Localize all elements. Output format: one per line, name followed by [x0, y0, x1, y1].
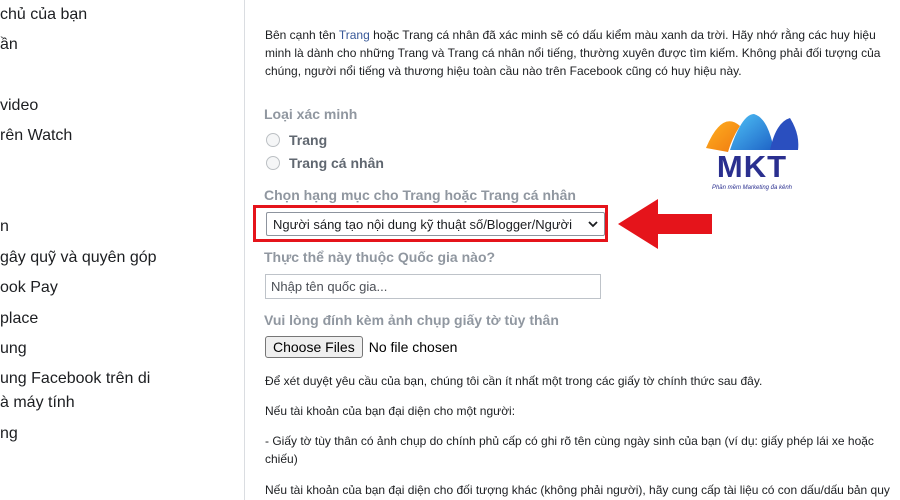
intro-paragraph: Bên cạnh tên Trang hoặc Trang cá nhân đã…	[265, 26, 900, 80]
trang-link[interactable]: Trang	[339, 28, 370, 42]
sidebar-item-marketplace[interactable]: place	[0, 310, 38, 328]
sidebar-item-account[interactable]: chủ của bạn	[0, 6, 87, 24]
sidebar-item-fundraisers[interactable]: gây quỹ và quyên góp	[0, 249, 157, 267]
sidebar-item-facebook-pay[interactable]: ook Pay	[0, 279, 58, 297]
requirements-text: Để xét duyệt yêu cầu của bạn, chúng tôi …	[265, 374, 763, 388]
id-document-text-cont: chiếu)	[265, 452, 298, 466]
sidebar-item-mobile-desktop-cont[interactable]: à máy tính	[0, 394, 75, 412]
country-label: Thực thể này thuộc Quốc gia nào?	[264, 249, 496, 265]
id-document-text: - Giấy tờ tùy thân có ảnh chụp do chính …	[265, 434, 874, 448]
arrow-left-icon	[618, 199, 712, 249]
logo-tagline: Phần mềm Marketing đa kênh	[711, 185, 793, 191]
verification-form: Bên cạnh tên Trang hoặc Trang cá nhân đã…	[244, 0, 900, 500]
country-input[interactable]	[265, 274, 601, 299]
category-select-value: Người sáng tạo nội dung kỹ thuật số/Blog…	[273, 216, 572, 232]
radio-profile[interactable]: Trang cá nhân	[266, 155, 384, 171]
choose-files-button[interactable]: Choose Files	[265, 336, 363, 358]
sidebar: chủ của bạn ần video rên Watch n gây quỹ…	[0, 0, 244, 500]
intro-text-start: Bên cạnh tên	[265, 28, 339, 42]
sidebar-item-5[interactable]: n	[0, 218, 9, 236]
category-select[interactable]: Người sáng tạo nội dung kỹ thuật số/Blog…	[266, 212, 605, 236]
radio-page-circle[interactable]	[266, 133, 280, 147]
chevron-down-icon	[588, 221, 598, 228]
sidebar-item-12[interactable]: ng	[0, 425, 18, 443]
radio-profile-circle[interactable]	[266, 156, 280, 170]
sidebar-item-mobile-desktop[interactable]: ung Facebook trên di	[0, 370, 150, 388]
intro-text-line3: chúng, người nổi tiếng và thương hiệu to…	[265, 64, 742, 78]
file-upload-row: Choose Files No file chosen	[265, 336, 457, 358]
sidebar-item-apps[interactable]: ung	[0, 340, 27, 358]
sidebar-item-2[interactable]: ần	[0, 36, 18, 54]
sidebar-item-watch[interactable]: rên Watch	[0, 127, 72, 145]
verification-type-label: Loại xác minh	[264, 106, 358, 122]
sidebar-item-video[interactable]: video	[0, 97, 38, 115]
radio-profile-label: Trang cá nhân	[289, 155, 384, 171]
non-person-account-text: Nếu tài khoản của bạn đại diện cho đối t…	[265, 483, 890, 497]
category-label: Chọn hạng mục cho Trang hoặc Trang cá nh…	[264, 187, 576, 203]
logo-wordmark: MKT	[716, 149, 788, 184]
radio-page[interactable]: Trang	[266, 132, 327, 148]
person-account-text: Nếu tài khoản của bạn đại diện cho một n…	[265, 404, 516, 418]
intro-text-line2: minh là dành cho những Trang và Trang cá…	[265, 46, 881, 60]
intro-text-line1: hoặc Trang cá nhân đã xác minh sẽ có dấu…	[369, 28, 876, 42]
file-status-text: No file chosen	[368, 339, 458, 355]
id-upload-label: Vui lòng đính kèm ảnh chụp giấy tờ tùy t…	[264, 312, 559, 328]
radio-page-label: Trang	[289, 132, 328, 148]
